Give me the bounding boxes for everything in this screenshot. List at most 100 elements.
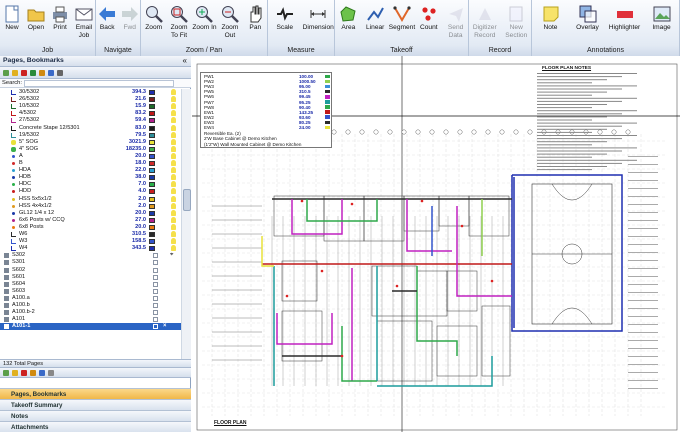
tree-row[interactable]: S302 [0, 252, 181, 259]
tree-row[interactable]: 4/5302 83.2 [0, 110, 181, 117]
panel-tool-icon[interactable] [39, 370, 45, 376]
tree-row[interactable]: HDD 4.0 [0, 188, 181, 195]
linear-button[interactable]: Linear [362, 2, 389, 45]
panel-tool-icon[interactable] [12, 370, 18, 376]
page-props-icon[interactable] [153, 317, 158, 323]
tree-row[interactable]: 27/5302 59.4 [0, 117, 181, 124]
color-swatch[interactable] [149, 153, 155, 159]
tree-row[interactable]: S603 [0, 288, 181, 295]
panel-tool-icon[interactable] [21, 70, 27, 76]
color-swatch[interactable] [149, 203, 155, 209]
visibility-bulb-icon[interactable] [171, 145, 176, 152]
panel-tool-icon[interactable] [21, 370, 27, 376]
visibility-bulb-icon[interactable] [171, 231, 176, 237]
tree-row[interactable]: 30/5302 394.3 [0, 89, 181, 96]
page-props-icon[interactable] [153, 253, 158, 259]
color-swatch[interactable] [149, 139, 155, 145]
visibility-bulb-icon[interactable] [171, 209, 176, 216]
panel-tool-icon[interactable] [57, 70, 63, 76]
tree-row[interactable]: B 18.0 [0, 160, 181, 167]
visibility-bulb-icon[interactable] [171, 117, 176, 124]
visibility-bulb-icon[interactable] [171, 167, 176, 174]
color-swatch[interactable] [149, 132, 155, 138]
tree-row[interactable]: 19/5302 79.5 [0, 131, 181, 139]
page-props-icon[interactable] [153, 288, 158, 294]
digitizer-record-button[interactable]: Digitizer Record [469, 2, 501, 45]
color-swatch[interactable] [149, 217, 155, 223]
visibility-bulb-icon[interactable] [171, 103, 176, 110]
tree-row[interactable]: A 20.0 [0, 152, 181, 160]
visibility-bulb-icon[interactable] [171, 110, 176, 117]
tree-row[interactable]: A101 [0, 316, 181, 323]
visibility-bulb-icon[interactable] [171, 238, 176, 245]
count-button[interactable]: Count [415, 2, 442, 45]
visibility-bulb-icon[interactable] [171, 223, 176, 230]
takeoff-legend[interactable]: PW1 100.00 PW2 1000.50 PW3 95.00 PW5 310.5 PW6 99… [200, 72, 332, 148]
tree-row[interactable]: GL12 1/4 x 12 20.0 [0, 209, 181, 217]
drawing-canvas[interactable]: PW1 100.00 PW2 1000.50 PW3 95.00 PW5 310.5 PW6 99… [192, 56, 680, 432]
email-job-button[interactable]: Email Job [72, 2, 96, 45]
visibility-bulb-icon[interactable] [171, 160, 176, 166]
new-section-button[interactable]: New Section [501, 2, 533, 45]
page-props-icon[interactable] [153, 310, 158, 316]
page-props-icon[interactable] [153, 274, 158, 280]
accordion-takeoff-summary[interactable]: Takeoff Summary [0, 399, 191, 410]
color-swatch[interactable] [149, 146, 155, 152]
accordion-pages-bookmarks[interactable]: Pages, Bookmarks [0, 388, 191, 399]
tree-row[interactable]: 10/5302 15.9 [0, 103, 181, 110]
tree-row[interactable]: A101-1 × [0, 323, 181, 331]
color-swatch[interactable] [149, 182, 155, 188]
tree-row[interactable]: A100.a [0, 295, 181, 302]
search-input[interactable] [24, 80, 174, 87]
tree-row[interactable]: 6x6 Posts w/ CCQ 27.0 [0, 216, 181, 224]
tree-row[interactable]: W4 343.5 [0, 245, 181, 252]
tree-row[interactable]: S604 [0, 281, 181, 288]
visibility-bulb-icon[interactable] [171, 195, 176, 202]
send-data-button[interactable]: Send Data [442, 2, 469, 45]
tree-row[interactable]: Concrete Stape 12/5301 83.0 [0, 124, 181, 132]
visibility-bulb-icon[interactable] [171, 138, 176, 145]
panel-tool-icon[interactable] [3, 70, 9, 76]
tree-row[interactable]: A100.b-2 [0, 309, 181, 316]
close-page-button[interactable]: × [163, 323, 167, 330]
color-swatch[interactable] [149, 196, 155, 202]
tree-row[interactable]: HDC 7.0 [0, 181, 181, 188]
panel-tool-icon[interactable] [30, 370, 36, 376]
tree-row[interactable]: HSS 4x4x1/2 2.0 [0, 202, 181, 210]
new-button[interactable]: New [0, 2, 24, 45]
tree-row[interactable]: HSS 5x5x1/2 2.0 [0, 195, 181, 203]
print-button[interactable]: Print [48, 2, 72, 45]
color-swatch[interactable] [149, 232, 155, 237]
scale-button[interactable]: Scale [268, 2, 302, 45]
color-swatch[interactable] [149, 175, 155, 181]
accordion-notes[interactable]: Notes [0, 410, 191, 421]
tree-row[interactable]: W6 310.5 [0, 231, 181, 238]
color-swatch[interactable] [149, 168, 155, 174]
open-button[interactable]: Open [24, 2, 48, 45]
color-swatch[interactable] [149, 210, 155, 216]
visibility-bulb-icon[interactable] [171, 152, 176, 159]
tree-row[interactable]: S602 [0, 267, 181, 274]
page-props-icon[interactable] [153, 267, 158, 273]
color-swatch[interactable] [149, 111, 155, 117]
color-swatch[interactable] [149, 246, 155, 252]
area-button[interactable]: Area [335, 2, 362, 45]
segment-button[interactable]: Segment [389, 2, 416, 45]
tree-row[interactable]: 4" SOG 18235.0 [0, 145, 181, 153]
panel-tool-icon[interactable] [12, 70, 18, 76]
tree-row[interactable]: 26/5302 21.6 [0, 96, 181, 103]
visibility-bulb-icon[interactable] [171, 202, 176, 209]
zoom-in-button[interactable]: Zoom In [192, 2, 217, 45]
color-swatch[interactable] [149, 90, 155, 95]
color-swatch[interactable] [149, 224, 155, 230]
panel-tool-icon[interactable] [3, 370, 9, 376]
overlay-button[interactable]: Overlay [569, 2, 606, 45]
back-button[interactable]: Back [96, 2, 119, 45]
color-swatch[interactable] [149, 161, 155, 166]
dimension-button[interactable]: Dimension [302, 2, 336, 45]
tree-row[interactable]: 5" SOG 3021.9 [0, 138, 181, 146]
panel-tool-icon[interactable] [30, 70, 36, 76]
visibility-bulb-icon[interactable] [171, 89, 176, 95]
image-button[interactable]: Image [643, 2, 680, 45]
tree-row[interactable]: A100.b [0, 302, 181, 309]
